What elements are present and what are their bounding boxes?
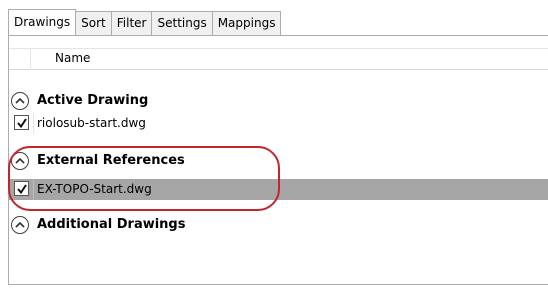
drawings-panel: Drawings Sort Filter Settings Mappings N…: [0, 0, 548, 289]
group-label: Additional Drawings: [37, 217, 186, 232]
tab-drawings[interactable]: Drawings: [8, 9, 77, 35]
checkmark-icon: [17, 118, 27, 129]
row-divider: [33, 113, 34, 134]
drawing-filename: riolosub-start.dwg: [37, 116, 146, 130]
tab-mappings[interactable]: Mappings: [212, 11, 282, 35]
row-divider: [33, 179, 34, 200]
chevron-up-icon[interactable]: [11, 92, 29, 110]
drawing-filename: EX-TOPO-Start.dwg: [37, 182, 152, 196]
column-header-name[interactable]: Name: [55, 51, 90, 65]
group-external-references: External References: [9, 150, 548, 172]
column-header: Name: [9, 48, 548, 70]
drawings-list: Name Active Drawing riolosub-start.dwg E…: [8, 35, 548, 285]
group-additional-drawings: Additional Drawings: [9, 214, 548, 236]
group-active-drawing: Active Drawing: [9, 90, 548, 112]
list-item-selected[interactable]: EX-TOPO-Start.dwg: [9, 179, 548, 200]
tab-settings[interactable]: Settings: [152, 11, 213, 35]
tab-strip: Drawings Sort Filter Settings Mappings: [8, 9, 282, 35]
column-header-gutter: [9, 49, 31, 70]
list-item[interactable]: riolosub-start.dwg: [9, 113, 548, 134]
tab-filter[interactable]: Filter: [111, 11, 153, 35]
group-label: Active Drawing: [37, 93, 149, 108]
checkbox[interactable]: [14, 115, 29, 130]
checkbox[interactable]: [14, 181, 29, 196]
chevron-up-icon[interactable]: [11, 216, 29, 234]
checkmark-icon: [17, 184, 27, 195]
group-label: External References: [37, 153, 185, 168]
tab-sort[interactable]: Sort: [76, 11, 112, 35]
chevron-up-icon[interactable]: [11, 152, 29, 170]
